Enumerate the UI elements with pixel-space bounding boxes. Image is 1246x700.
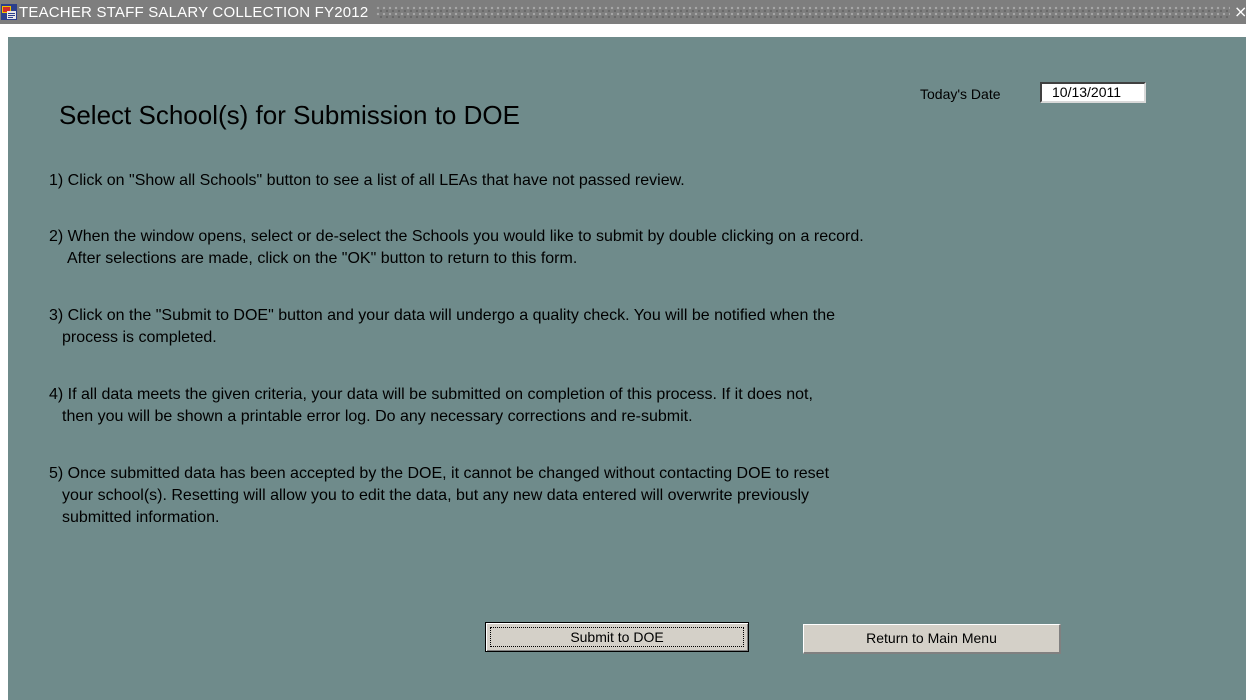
instruction-line: After selections are made, click on the … (67, 250, 578, 267)
instruction-line: 4) If all data meets the given criteria,… (49, 386, 813, 403)
page-title: Select School(s) for Submission to DOE (59, 100, 520, 130)
app-icon (1, 4, 17, 20)
instruction-line: 3) Click on the "Submit to DOE" button a… (49, 307, 836, 324)
close-icon[interactable]: × (1234, 4, 1246, 20)
submit-to-doe-button[interactable]: Submit to DOE (485, 622, 749, 652)
submit-button-label: Submit to DOE (490, 627, 744, 647)
instruction-line: your school(s). Resetting will allow you… (62, 487, 810, 504)
submission-form: Select School(s) for Submission to DOE T… (8, 37, 1246, 700)
instruction-line: 1) Click on "Show all Schools" button to… (49, 172, 685, 189)
title-bar-pattern (376, 6, 1230, 18)
instruction-line: 2) When the window opens, select or de-s… (49, 228, 864, 245)
return-to-main-menu-button[interactable]: Return to Main Menu (803, 624, 1061, 654)
window-title-bar[interactable]: TEACHER STAFF SALARY COLLECTION FY2012 × (0, 0, 1246, 24)
instruction-step-3: 3) Click on the "Submit to DOE" button a… (49, 305, 835, 349)
instruction-step-4: 4) If all data meets the given criteria,… (49, 384, 813, 428)
instruction-line: then you will be shown a printable error… (62, 408, 693, 425)
window-title: TEACHER STAFF SALARY COLLECTION FY2012 (19, 3, 369, 21)
instruction-line: submitted information. (62, 509, 220, 526)
instruction-line: process is completed. (62, 329, 217, 346)
instruction-step-2: 2) When the window opens, select or de-s… (49, 226, 864, 270)
todays-date-field[interactable]: 10/13/2011 (1040, 82, 1146, 103)
instruction-step-1: 1) Click on "Show all Schools" button to… (49, 170, 685, 192)
todays-date-label: Today's Date (920, 86, 1001, 102)
instruction-step-5: 5) Once submitted data has been accepted… (49, 463, 829, 529)
instruction-line: 5) Once submitted data has been accepted… (49, 465, 830, 482)
